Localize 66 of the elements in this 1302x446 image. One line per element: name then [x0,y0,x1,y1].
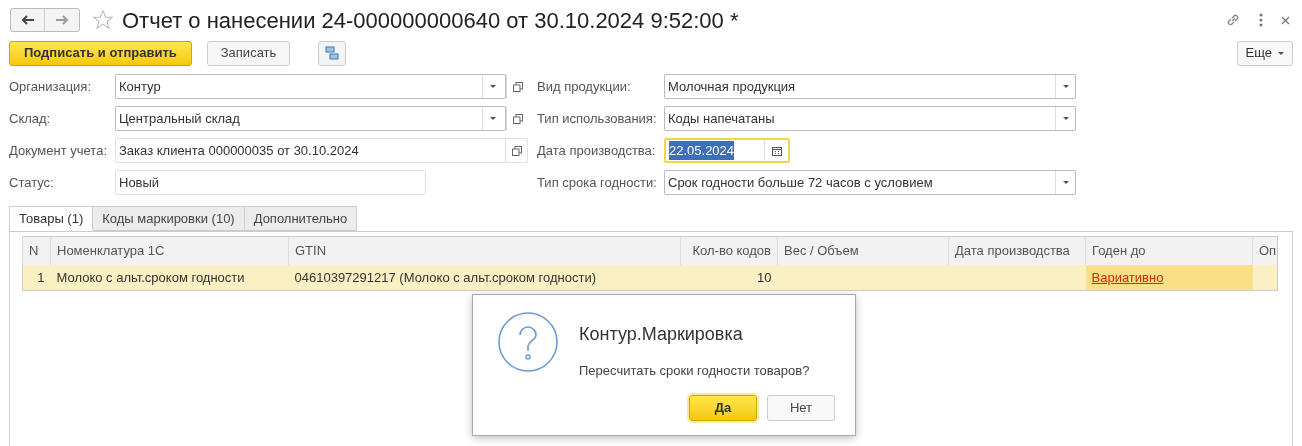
dialog-title: Контур.Маркировка [579,323,743,346]
link-icon[interactable] [1225,12,1241,28]
caret-icon [1062,117,1069,120]
field-label: Организация: [8,77,93,96]
field-label: Склад: [8,109,52,128]
tab[interactable]: Коды маркировки (10) [92,206,245,231]
field-value: Молочная продукция [668,77,797,96]
table-cell: 04610397291217 (Молоко с альт.сроком годности) [294,269,597,285]
caret-icon [1062,85,1069,88]
field-value: Центральный склад [119,109,241,128]
combo-field[interactable]: Центральный склад [115,106,506,131]
field-label: Дата производства: [537,141,657,160]
no-button[interactable]: Нет [767,395,835,421]
back-arrow-icon [20,15,35,25]
column-header[interactable]: Вес / Объем [777,236,949,265]
copy-icon [512,113,523,124]
field-label: Тип использования: [537,109,658,128]
star-icon[interactable] [92,9,114,31]
sign-send-button[interactable]: Подписать и отправить [9,40,192,66]
tab[interactable]: Дополнительно [243,206,358,231]
hierarchy-icon [325,46,340,60]
column-header[interactable]: N [22,236,51,265]
calendar-icon [771,145,782,156]
column-header[interactable]: Годен до [1085,236,1253,265]
column-header[interactable]: Номенклатура 1С [50,236,289,265]
select-field[interactable]: Коды напечатаны [664,106,1076,131]
select-field[interactable]: Молочная продукция [664,74,1076,99]
more-icon[interactable] [1259,13,1263,27]
field-label: Вид продукции: [537,77,632,96]
column-header[interactable]: GTIN [288,236,681,265]
structure-button[interactable] [318,40,347,66]
caret-icon [489,85,496,88]
field-value: 22.05.2024 [669,140,735,161]
close-icon[interactable] [1281,15,1290,25]
caret-icon [1278,51,1284,55]
field-value: Срок годности больше 72 часов с условием [668,173,934,192]
combo-field[interactable]: Контур [115,74,506,99]
field-value: Заказ клиента 000000035 от 30.10.2024 [119,141,360,160]
caret-icon [1062,181,1069,184]
copy-icon [512,81,523,92]
dialog-message: Пересчитать сроки годности товаров? [579,362,810,380]
window-title: Отчет о нанесении 24-000000000640 от 30.10.2024 9:52:00 * [122,6,739,35]
caret-icon [489,117,496,120]
copy-icon [511,145,522,156]
column-header[interactable]: Дата производства [948,236,1086,265]
table-cell: 1 [37,269,45,285]
column-header[interactable]: Кол-во кодов [680,236,778,265]
save-button[interactable]: Записать [206,40,291,66]
field-label: Тип срока годности: [537,173,658,192]
forward-arrow-icon [55,15,69,25]
yes-button[interactable]: Да [689,395,757,421]
field-value: Коды напечатаны [668,109,776,128]
more-button[interactable]: Еще [1236,40,1293,66]
select-field[interactable]: Срок годности больше 72 часов с условием [664,170,1076,195]
status-field: Новый [115,170,426,195]
field-value: Контур [119,77,162,96]
tab[interactable]: Товары (1) [9,206,94,231]
table-cell: Молоко с альт.сроком годности [56,269,245,285]
document-field[interactable]: Заказ клиента 000000035 от 30.10.2024 [115,138,528,163]
date-field[interactable]: 22.05.2024 [664,138,790,163]
table-cell: 10 [757,269,772,285]
question-icon [497,311,559,373]
field-label: Документ учета: [8,141,108,160]
field-label: Статус: [8,173,55,192]
table-row[interactable]: 1 Молоко с альт.сроком годности 04610397291217 (Молоко с альт.сроком годности) 10 Вариативно [22,264,1278,291]
column-header[interactable]: Оп [1252,236,1278,265]
